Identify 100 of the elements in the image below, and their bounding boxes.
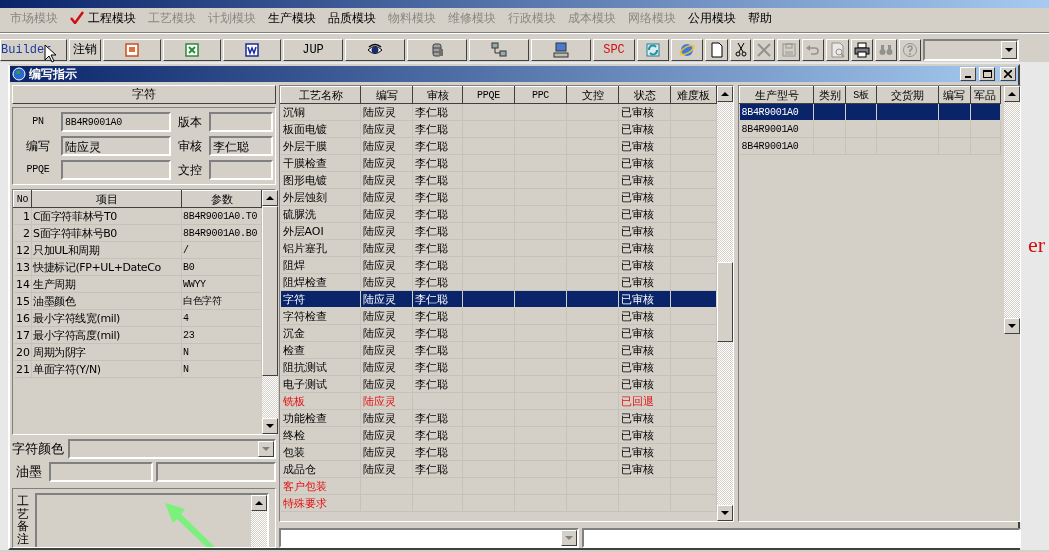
- toolbar-button[interactable]: SPC: [593, 39, 635, 61]
- table-row[interactable]: 检查 陆应灵 李仁聪 已审核: [280, 341, 717, 359]
- table-row[interactable]: 8B4R9001A0: [739, 120, 1001, 138]
- input-field[interactable]: [209, 160, 273, 180]
- table-row[interactable]: 成品仓 陆应灵 李仁聪 已审核: [280, 460, 717, 478]
- column-header[interactable]: 编写: [360, 86, 413, 104]
- column-header[interactable]: 状态: [618, 86, 671, 104]
- table-row[interactable]: 干膜检查 陆应灵 李仁聪 已审核: [280, 154, 717, 172]
- input-field[interactable]: 陆应灵: [61, 136, 171, 156]
- table-cell: 板面电镀: [280, 120, 361, 138]
- scroll-down-button[interactable]: [1004, 318, 1020, 334]
- scrollbar-thumb[interactable]: [717, 262, 733, 342]
- toolbar-dropdown[interactable]: [923, 39, 1019, 61]
- column-header[interactable]: 审核: [412, 86, 463, 104]
- toolbar-button[interactable]: [223, 39, 281, 61]
- table-row[interactable]: 阻抗测试 陆应灵 李仁聪 已审核: [280, 358, 717, 376]
- scroll-up-button[interactable]: [251, 495, 267, 511]
- toolbar-button[interactable]: [705, 39, 728, 61]
- scrollbar[interactable]: [1004, 86, 1020, 334]
- table-row[interactable]: 8B4R9001A0: [739, 137, 1001, 155]
- table-row[interactable]: 外层蚀刻 陆应灵 李仁聪 已审核: [280, 188, 717, 206]
- scroll-up-button[interactable]: [717, 86, 733, 102]
- table-cell: 陆应灵: [360, 307, 413, 325]
- column-header[interactable]: 文控: [566, 86, 619, 104]
- column-header[interactable]: 参数: [181, 190, 262, 208]
- table-row[interactable]: 外层AOI 陆应灵 李仁聪 已审核: [280, 222, 717, 240]
- toolbar-button[interactable]: [345, 39, 405, 61]
- dropdown-field[interactable]: [68, 439, 276, 459]
- toolbar-button[interactable]: [531, 39, 591, 61]
- input-field[interactable]: [49, 462, 153, 482]
- table-row[interactable]: 硫脲洗 陆应灵 李仁聪 已审核: [280, 205, 717, 223]
- input-field[interactable]: [61, 160, 171, 180]
- table-row[interactable]: 铝片塞孔 陆应灵 李仁聪 已审核: [280, 239, 717, 257]
- toolbar-button[interactable]: [103, 39, 161, 61]
- minimize-button[interactable]: [960, 67, 976, 81]
- table-row[interactable]: 字符检查 陆应灵 李仁聪 已审核: [280, 307, 717, 325]
- column-header[interactable]: PPC: [514, 86, 567, 104]
- toolbar-button[interactable]: [671, 39, 703, 61]
- table-row[interactable]: 阻焊检查 陆应灵 李仁聪 已审核: [280, 273, 717, 291]
- column-header[interactable]: 交货期: [876, 86, 939, 104]
- table-row[interactable]: 外层干膜 陆应灵 李仁聪 已审核: [280, 137, 717, 155]
- close-button[interactable]: [1000, 67, 1016, 81]
- table-cell: 已审核: [618, 103, 671, 121]
- table-row[interactable]: 沉铜 陆应灵 李仁聪 已审核: [280, 103, 717, 121]
- toolbar-button[interactable]: [163, 39, 221, 61]
- menu-item[interactable]: 公用模块: [682, 10, 742, 26]
- column-header[interactable]: 编写: [938, 86, 971, 104]
- input-field[interactable]: 李仁聪: [209, 136, 273, 156]
- table-cell: 已审核: [618, 273, 671, 291]
- table-row[interactable]: 电子测试 陆应灵 李仁聪 已审核: [280, 375, 717, 393]
- column-header[interactable]: S板: [845, 86, 876, 104]
- toolbar-button[interactable]: [469, 39, 529, 61]
- column-header[interactable]: No: [13, 190, 32, 208]
- scrollbar-thumb[interactable]: [262, 206, 278, 376]
- table-row[interactable]: 图形电镀 陆应灵 李仁聪 已审核: [280, 171, 717, 189]
- toolbar-button[interactable]: [637, 39, 669, 61]
- table-cell: 1: [13, 207, 32, 225]
- table-cell: 李仁聪: [412, 358, 463, 376]
- menu-item[interactable]: 生产模块: [262, 10, 322, 26]
- scrollbar[interactable]: [262, 190, 278, 434]
- table-row[interactable]: 8B4R9001A0: [739, 103, 1001, 121]
- table-row[interactable]: 包装 陆应灵 李仁聪 已审核: [280, 443, 717, 461]
- table-row[interactable]: 阻焊 陆应灵 李仁聪 已审核: [280, 256, 717, 274]
- column-header[interactable]: 军品: [970, 86, 1001, 104]
- input-field[interactable]: [209, 112, 273, 132]
- column-header[interactable]: 生产型号: [739, 86, 814, 104]
- table-cell: 李仁聪: [412, 154, 463, 172]
- column-header[interactable]: 类别: [813, 86, 846, 104]
- table-row[interactable]: 终检 陆应灵 李仁聪 已审核: [280, 426, 717, 444]
- column-header[interactable]: 项目: [31, 190, 182, 208]
- dropdown-field[interactable]: [279, 528, 579, 548]
- table-row[interactable]: 沉金 陆应灵 李仁聪 已审核: [280, 324, 717, 342]
- column-header[interactable]: 工艺名称: [280, 86, 361, 104]
- table-cell: 李仁聪: [412, 256, 463, 274]
- input-field[interactable]: [156, 462, 276, 482]
- toolbar-button[interactable]: [407, 39, 467, 61]
- scroll-up-button[interactable]: [1004, 86, 1020, 102]
- table-cell: 李仁聪: [412, 137, 463, 155]
- scroll-down-button[interactable]: [262, 418, 278, 434]
- scroll-up-button[interactable]: [262, 190, 278, 206]
- toolbar-button[interactable]: 注销: [69, 39, 101, 61]
- table-cell: 已审核: [618, 324, 671, 342]
- table-row[interactable]: 功能检查 陆应灵 李仁聪 已审核: [280, 409, 717, 427]
- menu-item[interactable]: 工程模块: [64, 10, 142, 26]
- input-field[interactable]: 8B4R9001A0: [61, 112, 171, 132]
- menu-item[interactable]: 帮助: [742, 10, 778, 26]
- menu-item[interactable]: 品质模块: [322, 10, 382, 26]
- table-cell: 陆应灵: [360, 222, 413, 240]
- scrollbar[interactable]: [717, 86, 733, 521]
- table-row[interactable]: 板面电镀 陆应灵 李仁聪 已审核: [280, 120, 717, 138]
- text-field[interactable]: [582, 528, 1021, 548]
- toolbar-button[interactable]: [851, 39, 873, 61]
- maximize-button[interactable]: [979, 67, 995, 81]
- toolbar-button[interactable]: JUP: [283, 39, 343, 61]
- field-label: 审核: [177, 138, 203, 154]
- column-header[interactable]: PPQE: [462, 86, 515, 104]
- scroll-down-button[interactable]: [717, 505, 733, 521]
- column-header[interactable]: 难度板: [670, 86, 717, 104]
- table-row[interactable]: 字符 陆应灵 李仁聪 已审核: [280, 290, 717, 308]
- toolbar-button[interactable]: [730, 39, 751, 61]
